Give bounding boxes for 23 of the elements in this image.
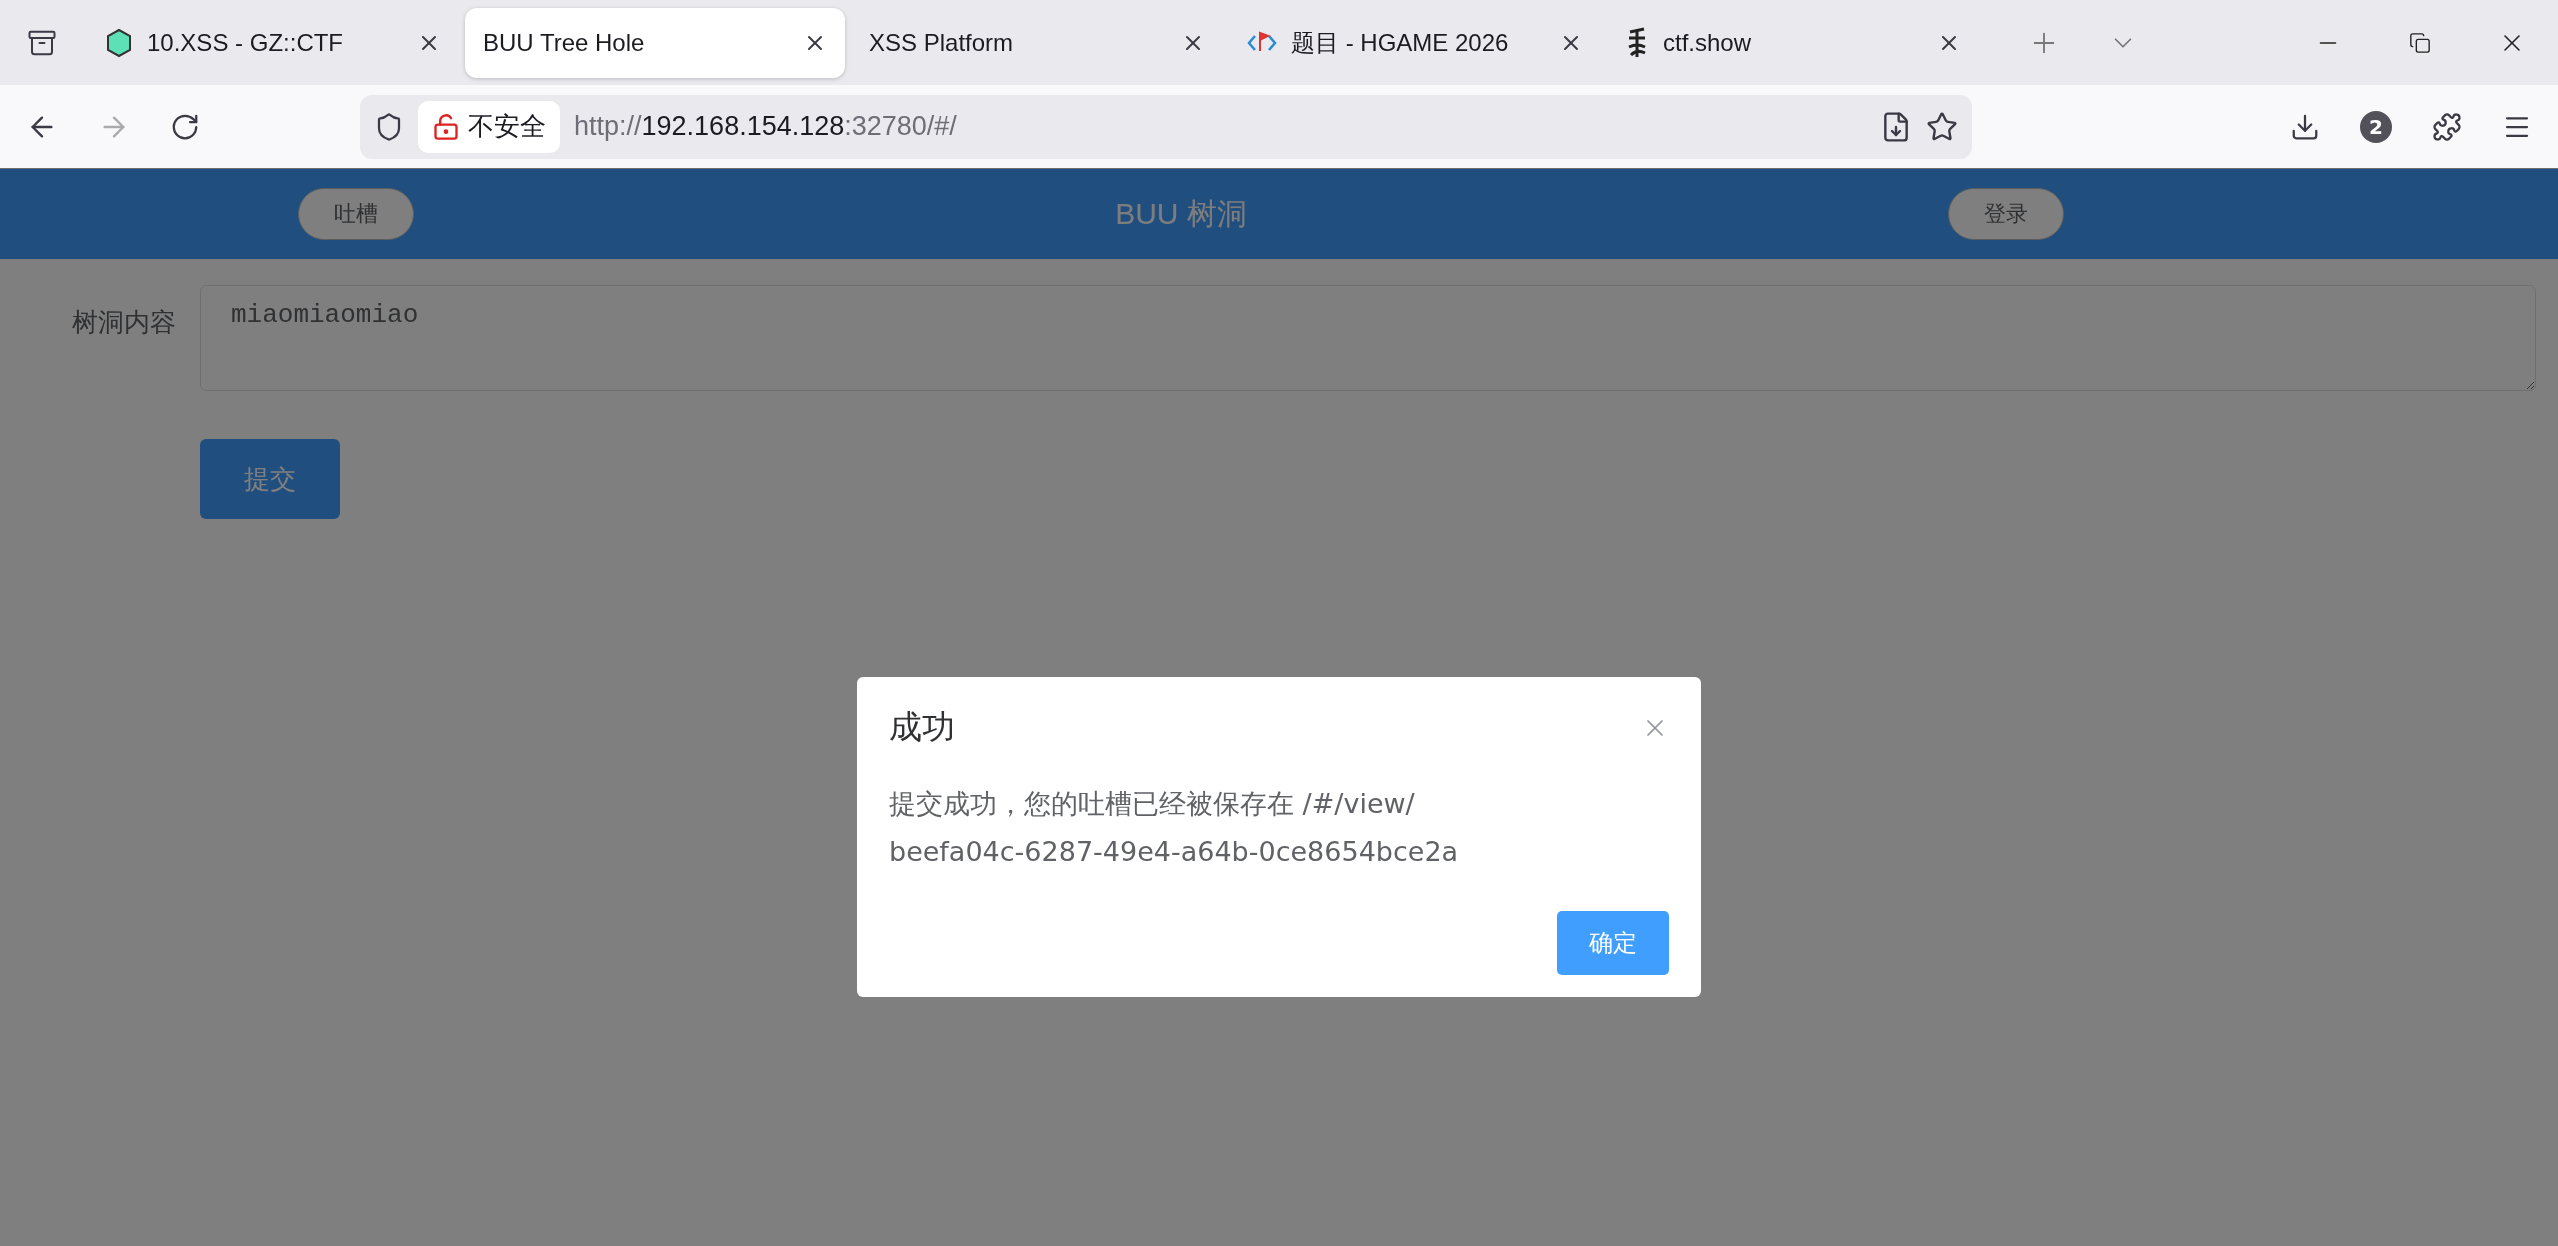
cube-icon [105,27,133,58]
browser-tab[interactable]: BUU Tree Hole [465,7,845,78]
tab-title: 题目 - HGAME 2026 [1291,27,1510,58]
site-title: BUU 树洞 [1114,195,1248,232]
browser-tab[interactable]: 10.XSS - GZ::CTF [87,7,459,78]
address-bar[interactable]: 不安全 http://192.168.154.128:32780/#/ [360,94,1972,159]
browser-tab[interactable]: ctf.show [1607,7,1979,78]
account-badge[interactable]: 2 [2360,110,2392,143]
tab-title: BUU Tree Hole [483,28,646,57]
security-text: 不安全 [468,110,546,143]
tab-title: 10.XSS - GZ::CTF [147,28,345,57]
browser-tab[interactable]: 题目 - HGAME 2026 [1229,7,1601,78]
tab-title: ctf.show [1663,28,1753,57]
tab-title: XSS Platform [869,28,1015,57]
url-text: http://192.168.154.128:32780/#/ [574,111,958,142]
puzzle-icon[interactable] [2432,111,2462,142]
dialog-message: 提交成功，您的吐槽已经被保存在 /#/view/ beefa04c-6287-49e4-a64b-0ce8654bce2a [889,787,1460,869]
dialog-title: 成功 [889,706,955,748]
unlocked-padlock-icon [432,112,460,141]
security-label[interactable]: 不安全 [418,100,560,153]
star-icon[interactable] [1926,110,1958,143]
browser-tab[interactable]: XSS Platform [851,7,1223,78]
field-label: 树洞内容 [71,306,176,339]
